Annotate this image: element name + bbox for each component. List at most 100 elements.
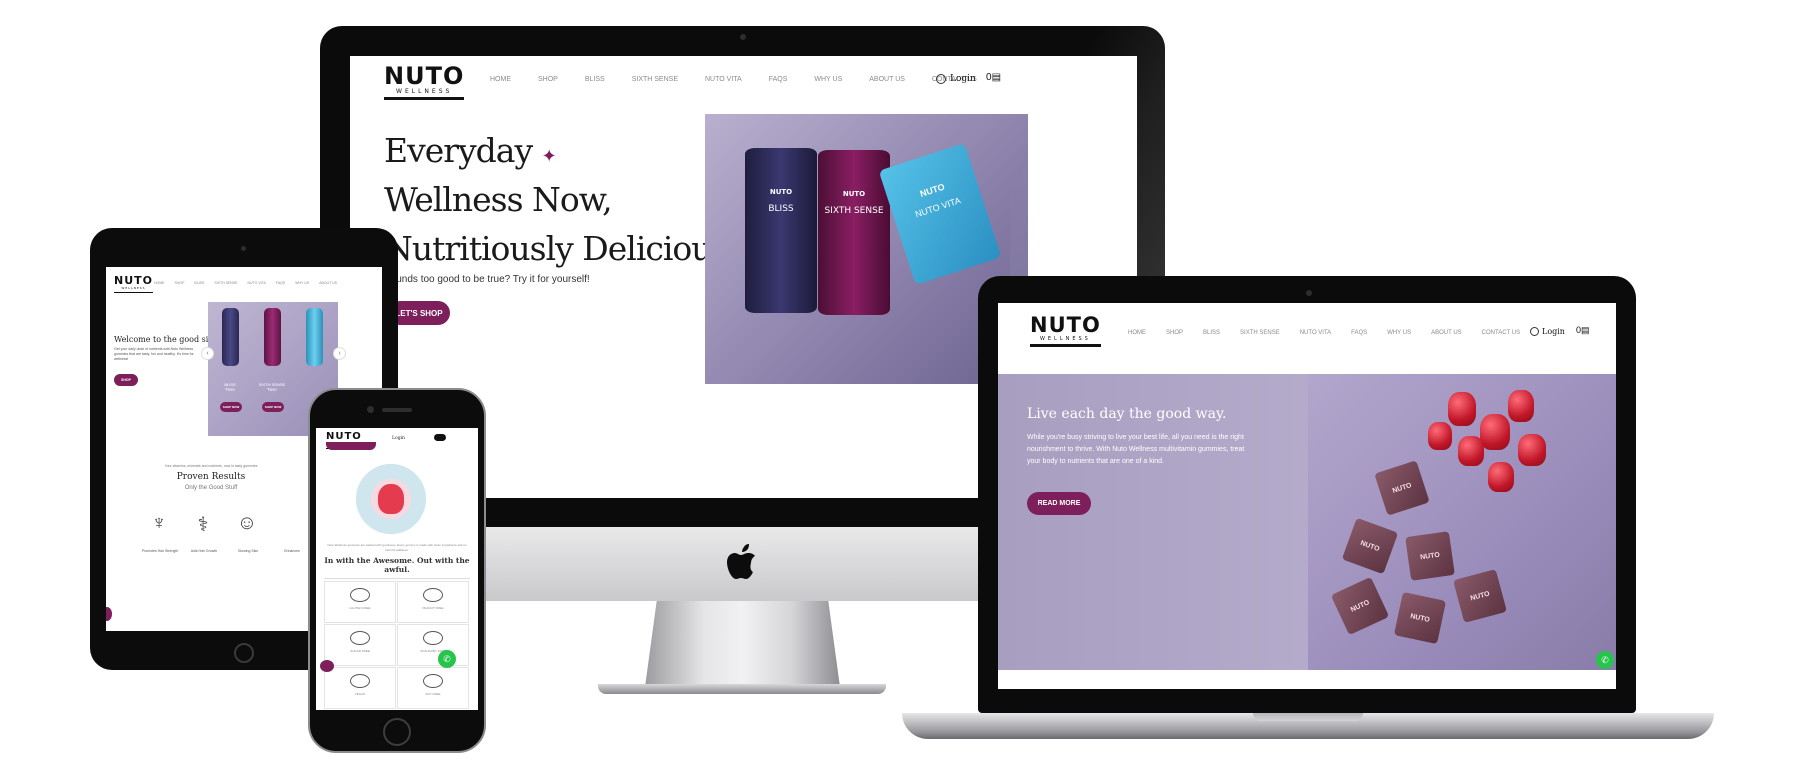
- nav-about-us[interactable]: ABOUT US: [869, 76, 905, 83]
- imac-camera: [740, 34, 746, 40]
- nav-nuto-vita[interactable]: NUTO VITA: [1300, 330, 1331, 336]
- whatsapp-icon[interactable]: ✆: [438, 650, 456, 668]
- feature-label: Aids Hair Growth: [190, 549, 218, 553]
- shop-now-button-sixth-sense[interactable]: SHOP NOW: [262, 402, 284, 412]
- product-can-bliss: NUTO BLISS: [745, 148, 817, 313]
- carousel-can-sixth-sense: [264, 308, 281, 366]
- login-label: Login: [1542, 327, 1565, 336]
- cart-button[interactable]: 0▤: [1576, 325, 1590, 336]
- tablet-home-button[interactable]: [234, 643, 254, 663]
- nav-faqs[interactable]: FAQs: [769, 76, 788, 83]
- welcome-text: Get your daily dose of nutrients with Nu…: [114, 347, 194, 361]
- hero-heading-line-1: Everyday ✦: [384, 131, 557, 170]
- good-stuff-subheading: Only the Good Stuff: [184, 485, 238, 491]
- sugar-free-icon: [350, 631, 370, 645]
- user-icon: [1530, 327, 1539, 336]
- laptop-camera: [1306, 290, 1312, 296]
- nav-home[interactable]: HOME: [1128, 330, 1146, 336]
- site-logo[interactable]: NUTO WELLNESS: [1030, 315, 1101, 347]
- nav-faqs[interactable]: FAQs: [276, 281, 285, 285]
- wrapper-image: NUTO: [1374, 460, 1430, 516]
- site-logo[interactable]: NUTO WELLNESS: [384, 64, 465, 100]
- login-link[interactable]: Login: [936, 74, 976, 84]
- grid-cell: NON-DAIRY FREE: [397, 624, 469, 666]
- nav-shop[interactable]: SHOP: [538, 76, 558, 83]
- tablet-camera: [241, 246, 246, 251]
- nav-faqs[interactable]: FAQs: [1351, 330, 1367, 336]
- menu-toggle-icon[interactable]: [434, 434, 446, 441]
- read-more-button[interactable]: READ MORE: [1027, 492, 1091, 515]
- nav-home[interactable]: HOME: [490, 76, 511, 83]
- product-box-nuto-vita: NUTO NUTO VITA: [878, 143, 1002, 285]
- nav-bliss[interactable]: BLISS: [1203, 330, 1220, 336]
- gummy-image: [1488, 462, 1514, 492]
- chat-bubble-icon[interactable]: [106, 607, 112, 621]
- gummy-image: [1508, 390, 1534, 422]
- cart-icon: ▤: [991, 72, 1002, 83]
- nav-shop[interactable]: SHOP: [1166, 330, 1183, 336]
- grid-cell: VEGAN: [324, 667, 396, 709]
- laptop-screen: NUTO WELLNESS HOME SHOP BLISS SIXTH SENS…: [998, 303, 1616, 689]
- nav-why-us[interactable]: WHY US: [1387, 330, 1411, 336]
- feature-label: Promotes Hair Strength: [141, 549, 179, 553]
- nav-about-us[interactable]: ABOUT US: [319, 281, 337, 285]
- login-link[interactable]: Login: [1530, 327, 1565, 336]
- free-from-grid: GLUTEN FREE PEANUT FREE SUGAR FREE NON-D…: [324, 578, 470, 710]
- cart-icon: ▤: [1581, 325, 1590, 335]
- vegan-icon: [350, 674, 370, 688]
- phone-speaker: [382, 408, 412, 412]
- nav-about-us[interactable]: ABOUT US: [1431, 330, 1462, 336]
- peanut-free-icon: [423, 588, 443, 602]
- phone-screen: NUTO WELLNESS Login Nuto Wellness gummie…: [316, 428, 478, 710]
- carousel-next-icon[interactable]: ›: [333, 347, 346, 360]
- wrapper-image: NUTO: [1341, 517, 1399, 575]
- nav-nuto-vita[interactable]: NUTO VITA: [248, 281, 266, 285]
- carousel-can-bliss: [222, 308, 239, 366]
- hero-body-text: While you're busy striving to live your …: [1027, 434, 1245, 465]
- grid-cell: SOY FREE: [397, 667, 469, 709]
- shop-button[interactable]: SHOP: [114, 374, 138, 386]
- nav-nuto-vita[interactable]: NUTO VITA: [705, 76, 742, 83]
- nav-bliss[interactable]: BLISS: [585, 76, 605, 83]
- nav-sixth-sense[interactable]: SIXTH SENSE: [1240, 330, 1280, 336]
- hair-growth-icon: ⚕: [197, 514, 209, 536]
- carousel-prev-icon[interactable]: ‹: [201, 347, 214, 360]
- wrapper-image: NUTO: [1405, 531, 1455, 581]
- hair-strength-icon: ♆: [151, 512, 167, 534]
- site-logo[interactable]: NUTO WELLNESS: [114, 275, 153, 293]
- ingredients-text: Nuto Wellness gummies are packed with go…: [327, 543, 467, 552]
- hero-heading-line-3: Nutritiously Delicious ✦: [384, 229, 752, 268]
- welcome-heading: Welcome to the good side: [114, 335, 219, 344]
- phone-home-button[interactable]: [383, 718, 411, 746]
- nav-why-us[interactable]: WHY US: [814, 76, 842, 83]
- awesome-heading: In with the Awesome. Out with the awful.: [324, 556, 470, 574]
- login-link[interactable]: Login: [392, 436, 405, 441]
- gummy-bear-icon: [378, 484, 404, 514]
- user-icon: [936, 74, 946, 84]
- nav-bliss[interactable]: BLISS: [194, 281, 204, 285]
- soy-free-icon: [423, 674, 443, 688]
- feature-label: Glowing Skin: [237, 549, 259, 553]
- carousel-label-sixth-sense: SIXTH SENSE ₹899: [258, 382, 286, 392]
- nav-home[interactable]: HOME: [154, 281, 165, 285]
- sparkle-icon: ✦: [541, 146, 557, 167]
- shop-now-button-bliss[interactable]: SHOP NOW: [220, 402, 242, 412]
- gummy-image: [1518, 434, 1546, 466]
- apple-logo-icon: [727, 544, 755, 579]
- nav-contact-us[interactable]: CONTACT US: [1482, 330, 1520, 336]
- whatsapp-icon[interactable]: ✆: [1596, 651, 1614, 669]
- nav-why-us[interactable]: WHY US: [295, 281, 309, 285]
- gummy-image: [1480, 414, 1510, 450]
- carousel-can-nuto-vita: [306, 308, 323, 366]
- chat-bubble-icon[interactable]: [320, 660, 334, 672]
- hero-heading: Live each day the good way.: [1027, 406, 1227, 422]
- non-dairy-icon: [423, 631, 443, 645]
- grid-cell: GLUTEN FREE: [324, 581, 396, 623]
- nav-sixth-sense[interactable]: SIXTH SENSE: [632, 76, 678, 83]
- wrapper-image: NUTO: [1453, 569, 1507, 623]
- nav-shop[interactable]: SHOP: [175, 281, 185, 285]
- cart-button[interactable]: 0▤: [986, 72, 1001, 83]
- hero-gummies-image: NUTO NUTO NUTO NUTO NUTO NUTO: [1308, 374, 1616, 670]
- wrapper-image: NUTO: [1393, 591, 1447, 645]
- nav-sixth-sense[interactable]: SIXTH SENSE: [214, 281, 237, 285]
